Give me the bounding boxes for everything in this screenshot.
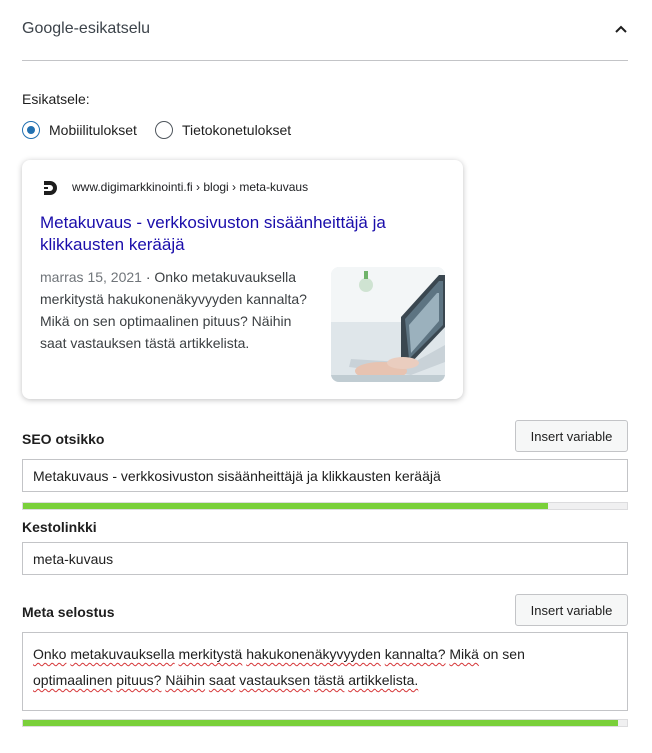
result-separator: ·	[141, 269, 155, 285]
meta-description-progress-fill	[23, 720, 618, 726]
panel-title: Google-esikatselu	[22, 20, 151, 37]
meta-word: pituus?	[116, 672, 162, 688]
google-preview-card: www.digimarkkinointi.fi › blogi › meta-k…	[22, 160, 463, 399]
result-thumbnail	[331, 267, 445, 382]
desktop-results-label[interactable]: Tietokonetulokset	[182, 122, 291, 138]
meta-word: merkitystä	[178, 646, 243, 662]
meta-word: artikkelista.	[348, 672, 419, 688]
meta-description-insert-variable-button[interactable]: Insert variable	[515, 594, 628, 626]
meta-description-textarea[interactable]: Onko metakuvauksella merkitystä hakukone…	[22, 632, 628, 711]
meta-description-progress	[22, 719, 628, 727]
result-title[interactable]: Metakuvaus - verkkosivuston sisäänheittä…	[40, 212, 440, 256]
meta-word: on sen	[478, 646, 525, 662]
meta-description-label: Meta selostus	[22, 604, 115, 620]
result-breadcrumb[interactable]: www.digimarkkinointi.fi › blogi › meta-k…	[72, 180, 308, 194]
meta-word: saat	[208, 672, 236, 688]
slug-input[interactable]: meta-kuvaus	[22, 542, 628, 575]
seo-title-label: SEO otsikko	[22, 431, 105, 447]
mobile-results-label[interactable]: Mobiilitulokset	[49, 122, 137, 138]
meta-word: Onko	[33, 646, 67, 662]
result-date: marras 15, 2021	[40, 269, 142, 285]
meta-description-line-1: Onko metakuvauksella merkitystä hakukone…	[33, 641, 617, 667]
panel-header[interactable]: Google-esikatselu	[22, 0, 628, 61]
meta-word: tästä	[314, 672, 345, 688]
meta-word: kannalta?	[384, 646, 446, 662]
seo-title-input[interactable]: Metakuvaus - verkkosivuston sisäänheittä…	[22, 459, 628, 492]
meta-word: hakukonenäkyvyyden	[246, 646, 381, 662]
result-snippet: marras 15, 2021 · Onko metakuvauksella m…	[40, 266, 316, 354]
mobile-results-radio[interactable]	[22, 121, 40, 139]
slug-label: Kestolinkki	[22, 519, 97, 535]
seo-title-progress	[22, 502, 628, 510]
meta-word: metakuvauksella	[70, 646, 175, 662]
meta-word: Näihin	[165, 672, 206, 688]
seo-title-progress-fill	[23, 503, 549, 509]
meta-description-line-2: optimaalinen pituus? Näihin saat vastauk…	[33, 667, 617, 693]
preview-label: Esikatsele:	[22, 91, 90, 107]
site-logo-icon	[44, 181, 57, 195]
preview-mode-group: Mobiilitulokset Tietokonetulokset	[22, 120, 309, 140]
meta-word: optimaalinen	[33, 672, 113, 688]
meta-word: Mikä	[449, 646, 479, 662]
chevron-up-icon[interactable]	[614, 22, 628, 36]
meta-word: vastauksen	[239, 672, 311, 688]
desktop-results-radio[interactable]	[154, 121, 173, 139]
seo-title-insert-variable-button[interactable]: Insert variable	[515, 420, 628, 452]
